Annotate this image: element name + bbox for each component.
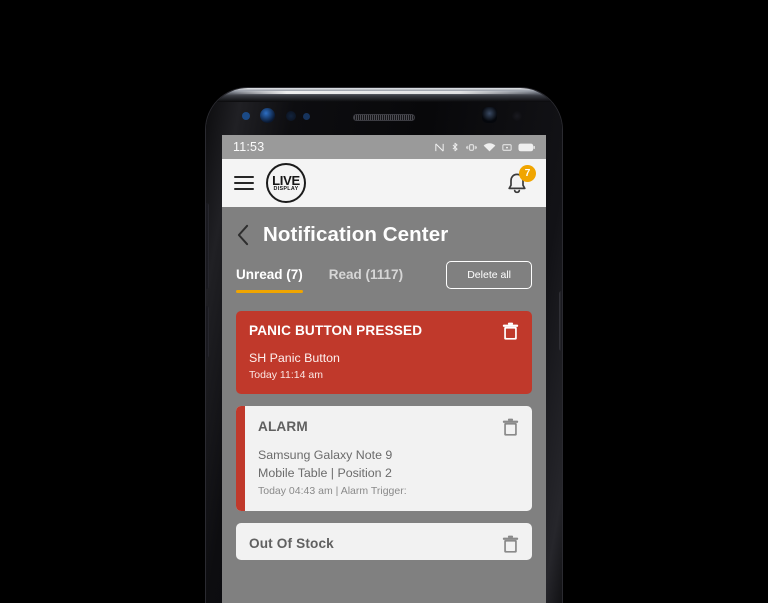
notification-list: PANIC BUTTON PRESSED SH Panic Button Tod…: [222, 298, 546, 560]
card-severity-stripe: [236, 406, 245, 511]
tab-bar: Unread (7) Read (1117) Delete all: [222, 247, 546, 298]
wifi-icon: [483, 142, 496, 151]
trash-icon[interactable]: [502, 418, 519, 437]
earpiece-speaker-icon: [353, 114, 415, 121]
trash-icon[interactable]: [502, 535, 519, 554]
phone-device: 11:53 LIVE DISPLAY 7 Notification Center…: [206, 88, 562, 603]
trash-icon[interactable]: [502, 322, 519, 341]
tab-read[interactable]: Read (1117): [329, 266, 403, 293]
phone-screen: 11:53 LIVE DISPLAY 7 Notification Center…: [222, 135, 546, 603]
tab-unread-label: Unread (7): [236, 267, 303, 282]
notification-card-panic[interactable]: PANIC BUTTON PRESSED SH Panic Button Tod…: [236, 311, 532, 394]
card-title: ALARM: [258, 419, 308, 434]
battery-icon: [518, 143, 535, 151]
led-indicator-icon: [512, 111, 522, 121]
card-line-2: Mobile Table | Position 2: [258, 466, 392, 480]
card-timestamp: Today 04:43 am | Alarm Trigger:: [258, 485, 407, 497]
nfc-icon: [435, 142, 444, 152]
iris-scanner-icon: [260, 108, 275, 123]
notification-card-alarm[interactable]: ALARM Samsung Galaxy Note 9 Mobile Table…: [236, 406, 532, 511]
power-button[interactable]: [559, 291, 562, 351]
logo-primary-text: LIVE: [272, 172, 300, 188]
card-header: ALARM: [258, 418, 519, 437]
tab-read-label: Read (1117): [328, 267, 404, 282]
bluetooth-icon: [452, 142, 458, 152]
sd-card-icon: [502, 143, 512, 151]
front-camera-icon: [482, 107, 497, 123]
secondary-sensor-icon: [303, 113, 310, 120]
notification-card-out-of-stock[interactable]: Out Of Stock: [236, 523, 532, 560]
card-header: Out Of Stock: [249, 535, 519, 554]
assistant-button[interactable]: [206, 306, 209, 358]
page-header: Notification Center: [222, 207, 546, 247]
card-title: Out Of Stock: [249, 536, 334, 551]
phone-sensor-bezel: [206, 101, 562, 135]
hamburger-menu-icon[interactable]: [234, 175, 254, 191]
card-line-1: Samsung Galaxy Note 9: [258, 448, 393, 462]
card-title: PANIC BUTTON PRESSED: [249, 323, 423, 338]
tab-unread[interactable]: Unread (7): [236, 266, 303, 293]
screenshot-stage: 11:53 LIVE DISPLAY 7 Notification Center…: [0, 0, 768, 603]
card-content: ALARM Samsung Galaxy Note 9 Mobile Table…: [245, 406, 532, 511]
back-chevron-icon[interactable]: [236, 224, 250, 246]
card-header: PANIC BUTTON PRESSED: [249, 322, 519, 341]
card-content: Out Of Stock: [236, 523, 532, 560]
notification-center-content: Notification Center Unread (7) Read (111…: [222, 207, 546, 603]
notification-bell-button[interactable]: 7: [504, 165, 536, 198]
app-bar: LIVE DISPLAY 7: [222, 159, 546, 207]
light-sensor-icon: [286, 111, 296, 121]
card-content: PANIC BUTTON PRESSED SH Panic Button Tod…: [236, 311, 532, 394]
page-title: Notification Center: [263, 223, 449, 246]
card-line-1: SH Panic Button: [249, 351, 340, 365]
proximity-sensor-icon: [242, 112, 250, 120]
card-timestamp: Today 11:14 am: [249, 369, 323, 381]
delete-all-button[interactable]: Delete all: [446, 261, 532, 289]
notification-badge-count: 7: [519, 165, 536, 182]
status-bar: 11:53: [222, 135, 546, 159]
rim-highlight: [232, 91, 536, 94]
status-bar-icons: [434, 141, 535, 153]
phone-top-rim: [206, 88, 562, 102]
volume-button[interactable]: [206, 203, 209, 289]
vibrate-icon: [466, 143, 477, 151]
logo-secondary-text: DISPLAY: [273, 186, 299, 193]
status-bar-clock: 11:53: [233, 140, 265, 154]
live-display-logo: LIVE DISPLAY: [266, 163, 306, 203]
